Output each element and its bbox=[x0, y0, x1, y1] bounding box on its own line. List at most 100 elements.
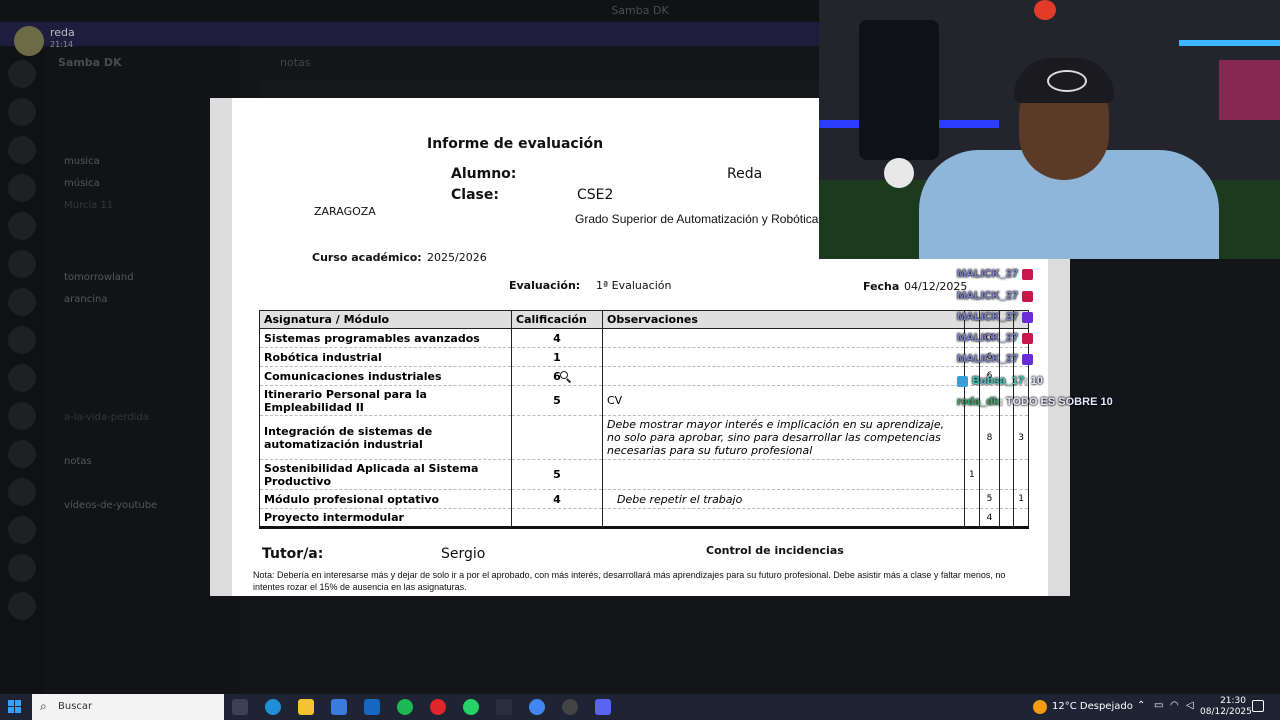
webcam-overlay bbox=[819, 0, 1280, 259]
server-icon[interactable] bbox=[8, 326, 36, 354]
server-icon[interactable] bbox=[8, 478, 36, 506]
extra-cell bbox=[999, 508, 1015, 529]
subject-cell: Itinerario Personal para la Empleabilida… bbox=[259, 385, 512, 416]
edge-icon[interactable] bbox=[265, 699, 281, 715]
tutor-label: Tutor/a: bbox=[262, 546, 324, 562]
wall-decoration bbox=[1219, 60, 1280, 120]
chevron-up-icon[interactable]: ⌃ bbox=[1137, 700, 1145, 711]
chat-badge-icon bbox=[957, 375, 968, 387]
chat-username: Bubsa_17 bbox=[972, 375, 1024, 387]
server-icon[interactable] bbox=[8, 60, 36, 88]
grade-cell: 4 bbox=[511, 489, 603, 509]
spotify-icon[interactable] bbox=[397, 699, 413, 715]
wifi-icon[interactable]: ◠ bbox=[1170, 700, 1179, 711]
chat-text: : 10 bbox=[1023, 375, 1043, 387]
alumno-label: Alumno: bbox=[451, 166, 517, 182]
grade-cell bbox=[511, 508, 603, 529]
subject-cell: Integración de sistemas de automatizació… bbox=[259, 415, 512, 460]
sub-badge-icon bbox=[1022, 353, 1034, 365]
grade-cell: 1 bbox=[511, 347, 603, 367]
server-icon[interactable] bbox=[8, 592, 36, 620]
football bbox=[884, 158, 914, 188]
observation-cell: CV bbox=[602, 385, 965, 416]
store-icon[interactable] bbox=[331, 699, 347, 715]
server-icon[interactable] bbox=[8, 440, 36, 468]
table-row: Sistemas programables avanzados 4 10 bbox=[259, 328, 1029, 348]
chrome-icon[interactable] bbox=[529, 699, 545, 715]
server-icon[interactable] bbox=[8, 288, 36, 316]
channel-title: notas bbox=[280, 56, 311, 69]
server-icon[interactable] bbox=[8, 136, 36, 164]
chat-username: MALICK_27 bbox=[957, 353, 1019, 365]
notification-icon[interactable] bbox=[1252, 700, 1264, 712]
channel-item[interactable]: musica bbox=[64, 156, 100, 167]
windows-start-icon[interactable] bbox=[8, 700, 22, 714]
obs-icon[interactable] bbox=[562, 699, 578, 715]
sub-badge-icon bbox=[1022, 311, 1034, 323]
server-name[interactable]: Samba DK bbox=[58, 56, 122, 69]
extra-cell: 1 bbox=[964, 459, 980, 490]
grades-table: Asignatura / Módulo Calificación Observa… bbox=[259, 310, 1029, 529]
tutor-value: Sergio bbox=[441, 546, 486, 562]
observation-cell bbox=[602, 459, 965, 490]
channel-item[interactable]: tomorrowland bbox=[64, 272, 134, 283]
server-icon[interactable] bbox=[8, 174, 36, 202]
clock-time[interactable]: 21:30 bbox=[1206, 696, 1246, 706]
extra-cell: 3 bbox=[1013, 415, 1029, 460]
subject-cell: Módulo profesional optativo bbox=[259, 489, 512, 509]
sub-badge-icon bbox=[1022, 268, 1034, 280]
server-icon[interactable] bbox=[8, 98, 36, 126]
author-name[interactable]: reda bbox=[50, 26, 75, 39]
extra-cell bbox=[964, 415, 980, 460]
server-icon[interactable] bbox=[8, 212, 36, 240]
extra-cell bbox=[999, 415, 1015, 460]
whatsapp-icon[interactable] bbox=[463, 699, 479, 715]
chat-username: MALICK_27 bbox=[957, 311, 1019, 323]
cap-logo bbox=[1047, 70, 1087, 92]
opera-gx-icon[interactable] bbox=[430, 699, 446, 715]
col-observations: Observaciones bbox=[602, 310, 965, 329]
table-row: Itinerario Personal para la Empleabilida… bbox=[259, 385, 1029, 416]
weather-icon[interactable] bbox=[1033, 700, 1047, 714]
message-time: 21:14 bbox=[50, 40, 74, 49]
pinned-bar[interactable] bbox=[260, 80, 820, 100]
server-icon[interactable] bbox=[8, 402, 36, 430]
taskbar-search[interactable]: ⌕ Buscar bbox=[32, 694, 224, 720]
battery-icon[interactable]: ▭ bbox=[1154, 700, 1163, 711]
search-placeholder: Buscar bbox=[58, 701, 93, 712]
avatar[interactable] bbox=[14, 26, 44, 56]
nota-text: Nota: Debería en interesarse más y dejar… bbox=[253, 570, 1006, 592]
channel-item[interactable]: Murcia 11 bbox=[64, 200, 113, 211]
chat-message: MALICK_27 bbox=[957, 332, 1034, 344]
extra-cell bbox=[978, 459, 1001, 490]
table-row: Módulo profesional optativo 4 Debe repet… bbox=[259, 489, 1029, 509]
app-icon[interactable] bbox=[496, 699, 512, 715]
channel-item[interactable]: música bbox=[64, 178, 100, 189]
server-icon[interactable] bbox=[8, 250, 36, 278]
clock-date[interactable]: 08/12/2025 bbox=[1200, 707, 1252, 717]
server-icon[interactable] bbox=[8, 516, 36, 544]
volume-icon[interactable]: ◁ bbox=[1186, 700, 1194, 711]
mask-decoration bbox=[1034, 0, 1056, 20]
channel-item[interactable]: vídeos-de-youtube bbox=[64, 500, 157, 511]
table-row: Integración de sistemas de automatizació… bbox=[259, 415, 1029, 460]
server-icon[interactable] bbox=[8, 554, 36, 582]
extra-cell bbox=[1013, 508, 1029, 529]
channel-item[interactable]: a-la-vida-perdida bbox=[64, 412, 149, 423]
channel-item[interactable]: arancina bbox=[64, 294, 107, 305]
server-rail bbox=[0, 46, 44, 694]
server-icon[interactable] bbox=[8, 364, 36, 392]
file-explorer-icon[interactable] bbox=[298, 699, 314, 715]
magnifier-cursor-icon bbox=[560, 371, 568, 379]
window-title: Samba DK bbox=[611, 4, 669, 17]
task-view-icon[interactable] bbox=[232, 699, 248, 715]
sub-badge-icon bbox=[1022, 332, 1034, 344]
outlook-icon[interactable] bbox=[364, 699, 380, 715]
weather-text[interactable]: 12°C Despejado bbox=[1052, 701, 1133, 712]
channel-item[interactable]: notas bbox=[64, 456, 92, 467]
grade-cell bbox=[511, 415, 603, 460]
discord-icon[interactable] bbox=[595, 699, 611, 715]
table-row: Proyecto intermodular 4 bbox=[259, 508, 1029, 529]
fecha-label: Fecha bbox=[863, 280, 900, 293]
grade-cell: 5 bbox=[511, 385, 603, 416]
